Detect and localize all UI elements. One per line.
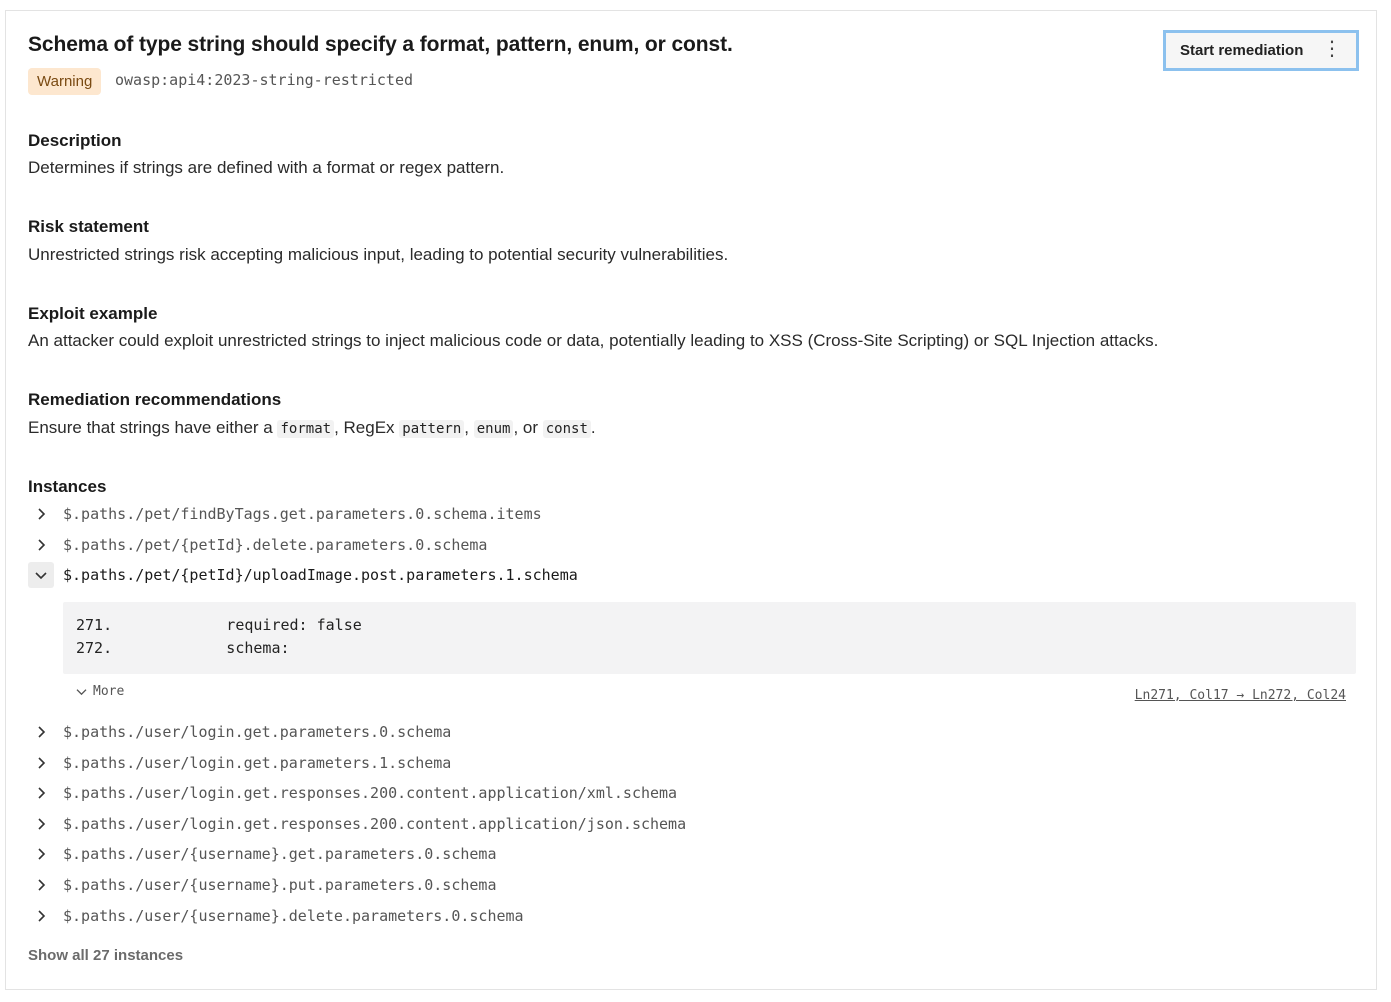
chevron-right-icon[interactable] [28,780,54,806]
instance-row[interactable]: $.paths./user/{username}.get.parameters.… [28,841,496,867]
instance-path: $.paths./pet/{petId}.delete.parameters.0… [63,536,488,554]
line-content: required: false [136,616,362,634]
instance-path: $.paths./user/login.get.parameters.0.sch… [63,723,452,741]
instance-path: $.paths./user/{username}.get.parameters.… [63,845,497,863]
description-heading: Description [28,131,122,150]
remediation-text-suffix: . [590,418,596,437]
risk-text: Unrestricted strings risk accepting mali… [28,245,729,264]
code-format: format [277,420,335,438]
chevron-right-icon[interactable] [28,750,54,776]
rule-id: owasp:api4:2023-string-restricted [115,71,414,89]
code-enum: enum [473,420,514,438]
instance-row[interactable]: $.paths./user/login.get.responses.200.co… [28,811,686,837]
line-number: 272. [76,639,113,657]
exploit-heading: Exploit example [28,304,158,323]
instance-row[interactable]: $.paths./user/login.get.responses.200.co… [28,780,677,806]
instance-row[interactable]: $.paths./user/{username}.delete.paramete… [28,903,524,929]
instance-path: $.paths./user/login.get.responses.200.co… [63,784,678,802]
line-number: 271. [76,616,113,634]
instance-row[interactable]: $.paths./pet/{petId}.delete.parameters.0… [28,532,487,558]
more-button[interactable]: More [76,684,124,699]
instance-row[interactable]: $.paths./pet/findByTags.get.parameters.0… [28,501,542,527]
code-pattern: pattern [399,420,465,438]
remediation-text-mid2: , [464,418,474,437]
instance-row[interactable]: $.paths./user/login.get.parameters.0.sch… [28,719,451,745]
code-line: 272. schema: [76,639,290,657]
instance-row[interactable]: $.paths./user/login.get.parameters.1.sch… [28,750,451,776]
remediation-text: Ensure that strings have either a format… [28,418,596,438]
chevron-right-icon[interactable] [28,532,54,558]
instance-path: $.paths./pet/findByTags.get.parameters.0… [63,505,542,523]
finding-panel: Schema of type string should specify a f… [5,10,1377,990]
instance-row[interactable]: $.paths./user/{username}.put.parameters.… [28,872,496,898]
instance-path: $.paths./user/login.get.parameters.1.sch… [63,754,452,772]
chevron-right-icon[interactable] [28,872,54,898]
code-snippet: 271. required: false 272. schema: [63,602,1356,674]
instance-path: $.paths./user/{username}.delete.paramete… [63,907,524,925]
instance-path: $.paths./pet/{petId}/uploadImage.post.pa… [63,566,578,584]
instance-path: $.paths./user/login.get.responses.200.co… [63,815,687,833]
risk-heading: Risk statement [28,217,149,236]
severity-badge: Warning [28,68,102,95]
vertical-ellipsis-icon[interactable]: ⋮ [1322,38,1342,60]
start-remediation-button[interactable]: Start remediation ⋮ [1163,30,1359,71]
instances-heading: Instances [28,477,107,496]
code-line: 271. required: false [76,616,362,634]
description-text: Determines if strings are defined with a… [28,158,505,177]
remediation-text-mid3: , or [513,418,543,437]
exploit-text: An attacker could exploit unrestricted s… [28,331,1159,350]
instance-path: $.paths./user/{username}.put.parameters.… [63,876,497,894]
chevron-right-icon[interactable] [28,841,54,867]
remediation-heading: Remediation recommendations [28,390,282,409]
chevron-down-icon [76,689,87,696]
chevron-down-icon[interactable] [28,562,54,588]
code-const: const [542,420,591,438]
show-all-instances-link[interactable]: Show all 27 instances [28,947,183,964]
chevron-right-icon[interactable] [28,811,54,837]
remediation-text-mid1: , RegEx [334,418,400,437]
chevron-right-icon[interactable] [28,903,54,929]
line-content: schema: [136,639,290,657]
chevron-right-icon[interactable] [28,501,54,527]
more-label: More [93,684,125,699]
chevron-right-icon[interactable] [28,719,54,745]
instance-row-expanded[interactable]: $.paths./pet/{petId}/uploadImage.post.pa… [28,562,578,588]
start-remediation-label: Start remediation [1180,42,1304,59]
finding-title: Schema of type string should specify a f… [28,33,733,56]
location-link[interactable]: Ln271, Col17 → Ln272, Col24 [1135,688,1346,703]
remediation-text-prefix: Ensure that strings have either a [28,418,278,437]
